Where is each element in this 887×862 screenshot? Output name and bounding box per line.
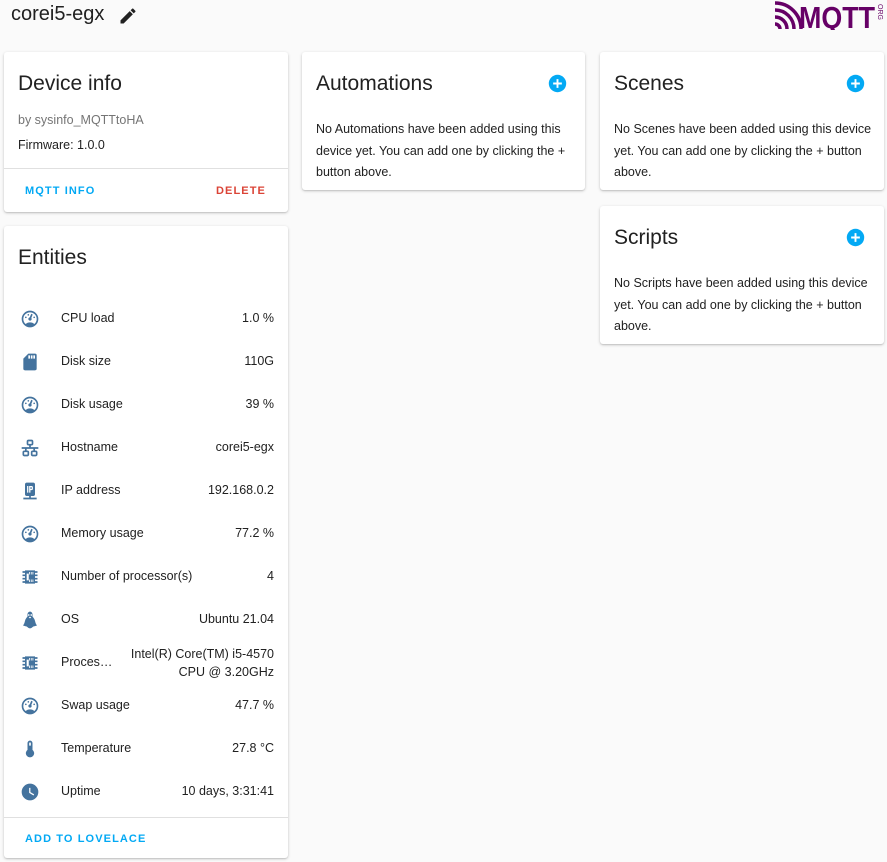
entity-row-swap-usage[interactable]: Swap usage 47.7 % [4, 684, 289, 727]
entity-row-os[interactable]: OS Ubuntu 21.04 [4, 598, 289, 641]
card-divider [4, 817, 288, 818]
entity-row-temperature[interactable]: Temperature 27.8 °C [4, 727, 289, 770]
sd-card-icon [23, 353, 37, 371]
add-script-icon[interactable] [846, 228, 865, 247]
entity-value: 4 [267, 569, 274, 583]
mqtt-logo-text: MQTT [799, 1, 875, 30]
linux-penguin-icon [22, 611, 38, 629]
gauge-icon [21, 697, 39, 715]
entity-value: 192.168.0.2 [207, 483, 274, 497]
automations-card: Automations No Automations have been add… [302, 52, 585, 190]
add-automation-icon[interactable] [548, 74, 567, 93]
scenes-title: Scenes [614, 72, 685, 95]
entity-name: Hostname [61, 440, 118, 454]
gauge-icon [21, 310, 39, 328]
entity-name: Disk usage [61, 397, 123, 411]
entity-value: Ubuntu 21.04 [198, 612, 274, 626]
chip-icon [22, 656, 38, 670]
entity-value: 27.8 °C [232, 741, 274, 755]
manufacturer-text: by sysinfo_MQTTtoHA [18, 113, 144, 127]
scripts-title: Scripts [614, 226, 679, 249]
add-to-lovelace-button[interactable]: ADD TO LOVELACE [25, 833, 146, 845]
entity-name: CPU load [61, 311, 115, 325]
page-header: corei5-egx MQTT ORG [0, 0, 887, 34]
scripts-empty-message: No Scripts have been added using this de… [614, 276, 868, 333]
chip-icon [22, 570, 38, 584]
ip-network-icon [23, 482, 37, 500]
entity-row-memory-usage[interactable]: Memory usage 77.2 % [4, 512, 289, 555]
device-name-title: corei5-egx [11, 3, 105, 25]
firmware-text: Firmware: 1.0.0 [18, 138, 105, 152]
entity-value-line2: CPU @ 3.20GHz [178, 665, 274, 679]
entity-value: 39 % [245, 397, 275, 411]
entity-name: Uptime [61, 784, 101, 798]
entity-name: Number of processor(s) [61, 569, 193, 583]
mqtt-info-button[interactable]: MQTT INFO [25, 185, 95, 197]
entity-value: Intel(R) Core(TM) i5-4570 CPU @ 3.20GHz [131, 645, 274, 681]
scenes-empty-message: No Scenes have been added using this dev… [614, 122, 872, 179]
gauge-icon [21, 525, 39, 543]
entity-value: 110G [244, 354, 274, 368]
add-scene-icon[interactable] [846, 74, 865, 93]
device-info-title: Device info [18, 72, 122, 95]
entity-name: Temperature [61, 741, 132, 755]
automations-empty-message: No Automations have been added using thi… [316, 122, 566, 179]
entity-value: 10 days, 3:31:41 [181, 784, 274, 798]
mqtt-logo-suffix: ORG [876, 4, 883, 20]
automations-title: Automations [316, 72, 433, 95]
entity-value: corei5-egx [215, 440, 274, 454]
card-divider [4, 168, 288, 169]
scenes-card: Scenes No Scenes have been added using t… [600, 52, 884, 190]
scripts-card: Scripts No Scripts have been added using… [600, 206, 884, 344]
entity-row-disk-size[interactable]: Disk size 110G [4, 340, 289, 383]
entity-row-ip-address[interactable]: IP address 192.168.0.2 [4, 469, 289, 512]
entity-name: IP address [61, 483, 121, 497]
delete-button[interactable]: DELETE [216, 185, 266, 197]
mqtt-logo: MQTT ORG [774, 1, 883, 30]
entity-value: 77.2 % [235, 526, 274, 540]
entity-row-processors[interactable]: Number of processor(s) 4 [4, 555, 289, 598]
entity-value: 47.7 % [235, 698, 274, 712]
lan-icon [21, 439, 39, 457]
entity-row-processor[interactable]: Proces… Intel(R) Core(TM) i5-4570 CPU @ … [4, 641, 289, 684]
entities-title: Entities [18, 246, 87, 269]
entity-value-line1: Intel(R) Core(TM) i5-4570 [130, 647, 274, 661]
clock-icon [21, 783, 39, 801]
entity-name: Memory usage [61, 526, 144, 540]
entity-name: OS [61, 612, 80, 626]
entity-row-uptime[interactable]: Uptime 10 days, 3:31:41 [4, 770, 289, 813]
entity-row-cpu-load[interactable]: CPU load 1.0 % [4, 297, 289, 340]
gauge-icon [21, 396, 39, 414]
entity-value: 1.0 % [242, 311, 274, 325]
entity-name: Swap usage [61, 698, 130, 712]
entity-name: Proces… [61, 655, 113, 669]
pencil-edit-icon[interactable] [118, 6, 138, 26]
device-info-card: Device info by sysinfo_MQTTtoHA Firmware… [4, 52, 288, 212]
entity-name: Disk size [61, 354, 112, 368]
entity-row-disk-usage[interactable]: Disk usage 39 % [4, 383, 289, 426]
entities-card: Entities CPU load 1.0 % Disk size 110G D… [4, 226, 288, 858]
entity-row-hostname[interactable]: Hostname corei5-egx [4, 426, 289, 469]
thermometer-icon [25, 740, 35, 758]
